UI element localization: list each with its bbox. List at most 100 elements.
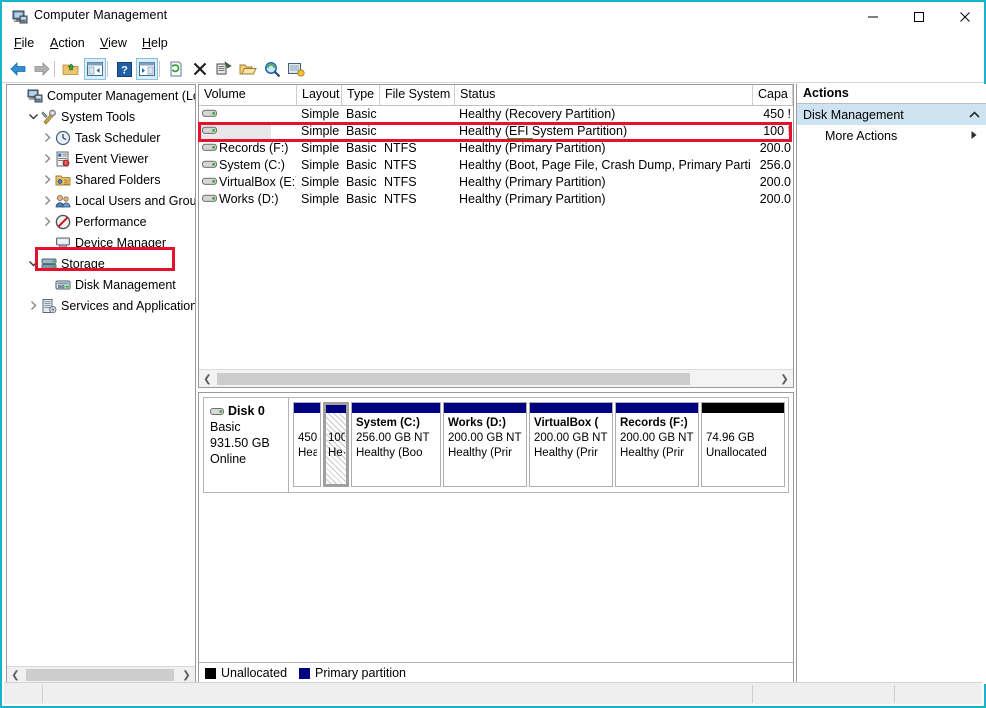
column-header-type[interactable]: Type bbox=[342, 85, 380, 105]
chevron-right-icon[interactable] bbox=[39, 151, 55, 167]
chevron-right-icon[interactable] bbox=[39, 172, 55, 188]
properties-button[interactable] bbox=[213, 58, 235, 80]
back-button[interactable] bbox=[7, 58, 29, 80]
toolbar-separator-2 bbox=[107, 61, 108, 77]
partition-block[interactable]: Records (F:) 200.00 GB NT Healthy (Prir bbox=[615, 402, 699, 487]
minimize-button[interactable] bbox=[850, 2, 896, 31]
console-tree: Computer Management (Local System Tools Ta… bbox=[7, 85, 195, 316]
volume-label: VirtualBox (E:) bbox=[219, 175, 296, 189]
partition-block[interactable]: VirtualBox (200.00 GB NT Healthy (Prir bbox=[529, 402, 613, 487]
volume-layout-cell: Simple bbox=[301, 107, 340, 121]
column-header-layout[interactable]: Layout bbox=[297, 85, 342, 105]
volume-scroll-left-arrow[interactable]: ❮ bbox=[199, 371, 216, 387]
menu-view[interactable]: View bbox=[94, 34, 133, 52]
sidebar-item-device-manager[interactable]: Device Manager bbox=[7, 232, 195, 253]
chevron-right-icon[interactable] bbox=[39, 214, 55, 230]
volume-row[interactable]: Simple Basic Healthy (EFI System Partition… bbox=[199, 123, 793, 141]
actions-pane: Actions Disk Management More Actions bbox=[796, 84, 986, 684]
volume-scroll-right-arrow[interactable]: ❯ bbox=[776, 371, 793, 387]
legend-label: Primary partition bbox=[315, 666, 407, 680]
open-folder-button[interactable] bbox=[237, 58, 259, 80]
chevron-right-icon[interactable] bbox=[39, 130, 55, 146]
sidebar-item-shared-folders[interactable]: Shared Folders bbox=[7, 169, 195, 190]
sidebar-item-label: Device Manager bbox=[75, 235, 167, 250]
sidebar-item-storage[interactable]: Storage bbox=[7, 253, 195, 274]
menu-action-rest: ction bbox=[58, 36, 85, 50]
chevron-down-icon[interactable] bbox=[25, 256, 41, 272]
delete-button[interactable] bbox=[189, 58, 211, 80]
show-hide-console-tree-button[interactable] bbox=[84, 58, 106, 80]
disk-graphical-view[interactable]: Disk 0 Basic 931.50 GB Online 450 ! Heal·… bbox=[198, 392, 794, 684]
refresh-button[interactable] bbox=[165, 58, 187, 80]
column-header-file-system[interactable]: File System bbox=[380, 85, 455, 105]
disk-icon bbox=[210, 406, 225, 417]
column-header-status[interactable]: Status bbox=[455, 85, 753, 105]
close-button[interactable] bbox=[942, 2, 986, 31]
column-header-capa[interactable]: Capa bbox=[753, 85, 793, 105]
sidebar-item-local-users-and-groups[interactable]: Local Users and Groups bbox=[7, 190, 195, 211]
volume-status-cell: Healthy (Primary Partition) bbox=[459, 175, 606, 189]
volume-capacity-cell: 200.0 bbox=[759, 175, 791, 189]
sidebar-item-task-scheduler[interactable]: Task Scheduler bbox=[7, 127, 195, 148]
partition-block[interactable]: 100 He· bbox=[323, 402, 349, 487]
actions-group-disk-management[interactable]: Disk Management bbox=[797, 104, 986, 125]
forward-button[interactable] bbox=[31, 58, 53, 80]
volume-row[interactable]: Records (F:) Simple Basic NTFS Healthy (Prim… bbox=[199, 140, 793, 157]
chevron-right-icon[interactable] bbox=[25, 298, 41, 314]
rescan-disks-button[interactable] bbox=[261, 58, 283, 80]
volume-scroll-thumb[interactable] bbox=[217, 373, 690, 385]
up-one-level-button[interactable] bbox=[60, 58, 82, 80]
menu-help[interactable]: Help bbox=[136, 34, 174, 52]
partition-block[interactable]: 74.96 GB Unallocated bbox=[701, 402, 785, 487]
title-bar: Computer Management bbox=[2, 2, 984, 31]
status-separator-2 bbox=[752, 685, 753, 703]
help-button[interactable]: ? bbox=[113, 58, 135, 80]
disk-info-panel[interactable]: Disk 0 Basic 931.50 GB Online bbox=[204, 398, 289, 492]
main-content: Computer Management (Local System Tools Ta… bbox=[4, 84, 986, 686]
chevron-down-icon[interactable] bbox=[25, 109, 41, 125]
system-tools-icon bbox=[41, 109, 57, 125]
menu-action[interactable]: Action bbox=[44, 34, 91, 52]
create-vhd-button[interactable] bbox=[285, 58, 307, 80]
sidebar-item-system-tools[interactable]: System Tools bbox=[7, 106, 195, 127]
volume-list-horizontal-scrollbar[interactable]: ❮ ❯ bbox=[199, 369, 793, 387]
volume-filesystem-cell bbox=[384, 106, 453, 123]
tree-horizontal-scrollbar[interactable]: ❮ ❯ bbox=[7, 666, 195, 683]
menu-file[interactable]: File bbox=[8, 34, 40, 52]
tree-scroll-thumb[interactable] bbox=[26, 669, 174, 681]
partition-name: System (C:) bbox=[356, 417, 420, 429]
sidebar-item-computer-management-local[interactable]: Computer Management (Local bbox=[7, 85, 195, 106]
column-header-volume[interactable]: Volume bbox=[199, 85, 297, 105]
console-tree-pane[interactable]: Computer Management (Local System Tools Ta… bbox=[6, 84, 196, 684]
volume-list[interactable]: Volume Layout Type File System Status Capa Si… bbox=[198, 84, 794, 388]
menu-bar: File Action View Help bbox=[2, 31, 984, 55]
partition-name: VirtualBox ( bbox=[534, 417, 599, 429]
partition-block[interactable]: 450 ! Heal· bbox=[293, 402, 321, 487]
tree-scroll-right-arrow[interactable]: ❯ bbox=[178, 667, 195, 683]
volume-row[interactable]: Simple Basic Healthy (Recovery Partition) 4… bbox=[199, 106, 793, 123]
maximize-button[interactable] bbox=[896, 2, 942, 31]
volume-row[interactable]: VirtualBox (E:) Simple Basic NTFS Healthy (P… bbox=[199, 174, 793, 191]
volume-row[interactable]: System (C:) Simple Basic NTFS Healthy (Boot,… bbox=[199, 157, 793, 174]
partition-status: He· bbox=[328, 447, 345, 459]
partition-block[interactable]: System (C:) 256.00 GB NT Healthy (Boo bbox=[351, 402, 441, 487]
sidebar-item-performance[interactable]: Performance bbox=[7, 211, 195, 232]
sidebar-item-event-viewer[interactable]: ! Event Viewer bbox=[7, 148, 195, 169]
sidebar-item-services-and-applications[interactable]: Services and Applications bbox=[7, 295, 195, 316]
chevron-right-icon[interactable] bbox=[39, 193, 55, 209]
tree-scroll-left-arrow[interactable]: ❮ bbox=[7, 667, 24, 683]
partition-name: Records (F:) bbox=[620, 417, 688, 429]
sidebar-item-disk-management[interactable]: Disk Management bbox=[7, 274, 195, 295]
partition-block[interactable]: Works (D:) 200.00 GB NT Healthy (Prir bbox=[443, 402, 527, 487]
show-hide-action-pane-button[interactable] bbox=[136, 58, 158, 80]
action-item-more-actions[interactable]: More Actions bbox=[797, 125, 986, 147]
volume-list-header: Volume Layout Type File System Status Capa bbox=[199, 85, 793, 106]
chevron-up-icon[interactable] bbox=[969, 108, 980, 122]
submenu-arrow-icon[interactable] bbox=[970, 129, 978, 143]
actions-header: Actions bbox=[797, 84, 986, 104]
drive-icon bbox=[202, 175, 218, 191]
volume-row[interactable]: Works (D:) Simple Basic NTFS Healthy (Primar… bbox=[199, 191, 793, 208]
drive-icon bbox=[202, 107, 218, 123]
volume-name-cell: Works (D:) bbox=[202, 191, 296, 208]
